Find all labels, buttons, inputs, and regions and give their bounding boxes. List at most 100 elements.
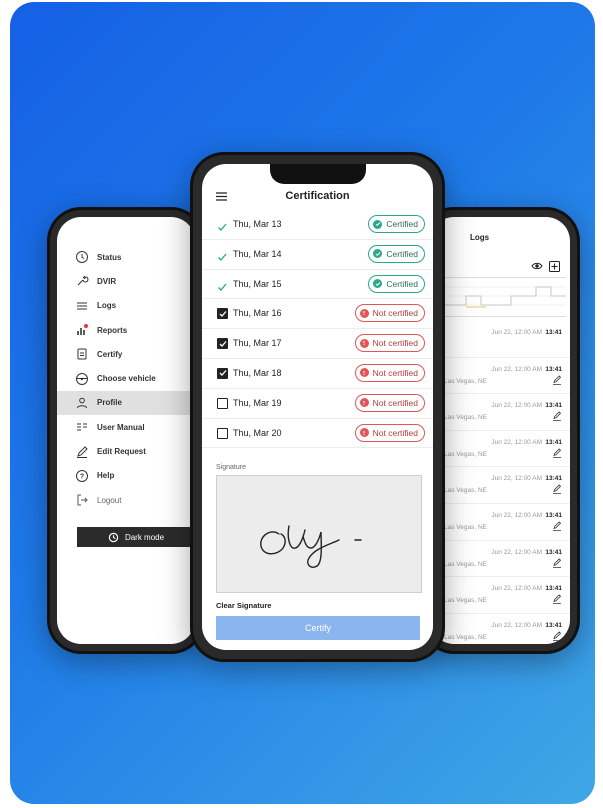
dark-mode-label: Dark mode <box>124 532 165 542</box>
status-text: Not certified <box>372 308 418 319</box>
log-row[interactable]: Jun 22, 12:00 AM 13:41 Las Vegas, NE <box>430 614 570 644</box>
logout-icon <box>75 493 89 507</box>
checkbox[interactable] <box>217 397 229 410</box>
day-row[interactable]: Thu, Mar 19 Not certified <box>202 389 433 419</box>
alert-circle-icon <box>359 338 369 348</box>
status-badge: Not certified <box>354 363 425 382</box>
menu-item-label: DVIR <box>97 276 117 286</box>
day-row[interactable]: Thu, Mar 16 Not certified <box>202 299 433 330</box>
signature-pad[interactable] <box>216 475 422 593</box>
logs-screen: Logs Jun 22, 12:00 AM 13:41 Jun 22, 12:00 … <box>430 217 570 644</box>
log-row[interactable]: Jun 22, 12:00 AM 13:41 Las Vegas, NE <box>430 394 570 431</box>
menu-item-label: Logs <box>97 301 117 311</box>
bar-chart-icon <box>75 323 89 337</box>
status-badge: Not certified <box>354 393 425 412</box>
dark-mode-button[interactable]: Dark mode <box>77 527 195 547</box>
user-icon <box>75 396 89 410</box>
edit-pencil-icon[interactable] <box>552 448 562 460</box>
menu-item-choose-vehicle[interactable]: Choose vehicle <box>57 366 195 390</box>
day-label: Thu, Mar 16 <box>233 308 282 319</box>
log-location: Las Vegas, NE <box>444 597 487 605</box>
status-badge: Certified <box>368 215 425 233</box>
log-row[interactable]: Jun 22, 12:00 AM 13:41 Las Vegas, NE <box>430 358 570 395</box>
certify-button[interactable]: Certify <box>216 616 420 640</box>
menu-item-logs[interactable]: Logs <box>57 294 195 318</box>
checkbox[interactable] <box>217 338 229 350</box>
menu-item-edit-request[interactable]: Edit Request <box>57 439 195 463</box>
log-location: Las Vegas, NE <box>444 414 487 422</box>
edit-pencil-icon[interactable] <box>552 484 562 496</box>
menu-item-status[interactable]: Status <box>57 245 195 269</box>
left-phone: Status DVIR Logs Reports Certify Choose vehic… <box>47 207 205 654</box>
status-badge: Certified <box>368 274 425 293</box>
log-row[interactable]: Jun 22, 12:00 AM 13:41 Las Vegas, NE <box>430 541 570 578</box>
edit-pencil-icon[interactable] <box>552 521 562 533</box>
log-date: Jun 22, 12:00 AM <box>491 475 542 483</box>
add-icon[interactable] <box>549 261 560 272</box>
edit-pencil-icon[interactable] <box>552 631 562 643</box>
log-row[interactable]: Jun 22, 12:00 AM 13:41 Las Vegas, NE <box>430 467 570 504</box>
menu-item-help[interactable]: ? Help <box>57 464 195 488</box>
alert-circle-icon <box>359 368 369 378</box>
menu-item-user-manual[interactable]: User Manual <box>57 415 195 439</box>
check-circle-icon <box>373 279 383 289</box>
edit-pencil-icon[interactable] <box>552 557 562 570</box>
day-row[interactable]: Thu, Mar 17 Not certified <box>202 329 433 359</box>
status-badge: Not certified <box>354 304 425 323</box>
checkbox[interactable] <box>217 427 229 440</box>
menu-item-reports[interactable]: Reports <box>57 318 195 342</box>
day-label: Thu, Mar 19 <box>233 397 282 408</box>
edit-pencil-icon[interactable] <box>552 594 562 606</box>
log-row[interactable]: Jun 22, 12:00 AM 13:41 <box>430 321 570 358</box>
day-row[interactable]: Thu, Mar 20 Not certified <box>202 419 433 449</box>
lines-icon <box>75 299 89 313</box>
menu-item-label: Help <box>97 471 115 481</box>
moon-clock-icon <box>108 532 119 542</box>
checkmark-icon <box>217 249 229 261</box>
edit-pencil-icon[interactable] <box>552 375 562 387</box>
log-row[interactable]: Jun 22, 12:00 AM 13:41 Las Vegas, NE <box>430 577 570 614</box>
side-menu: Status DVIR Logs Reports Certify Choose vehic… <box>57 245 195 512</box>
manual-icon <box>75 420 89 434</box>
pencil-icon <box>75 445 89 459</box>
day-row[interactable]: Thu, Mar 13 Certified <box>202 210 433 240</box>
checkbox[interactable] <box>217 367 229 380</box>
menu-item-dvir[interactable]: DVIR <box>57 269 195 293</box>
log-location: Las Vegas, NE <box>444 523 487 531</box>
log-date: Jun 22, 12:00 AM <box>491 511 542 519</box>
alert-circle-icon <box>359 428 369 438</box>
menu-item-certify[interactable]: Certify <box>57 342 195 366</box>
edit-pencil-icon[interactable] <box>552 411 562 423</box>
status-text: Certified <box>386 248 418 259</box>
log-time: 13:41 <box>545 548 562 556</box>
status-text: Certified <box>386 219 418 229</box>
log-time: 13:41 <box>545 585 562 593</box>
day-label: Thu, Mar 14 <box>233 248 282 259</box>
check-circle-icon <box>373 219 383 229</box>
svg-text:?: ? <box>80 473 84 480</box>
day-row[interactable]: Thu, Mar 18 Not certified <box>202 359 433 389</box>
status-text: Not certified <box>372 367 418 378</box>
menu-item-label: Status <box>97 252 122 262</box>
status-text: Not certified <box>372 427 418 438</box>
log-row[interactable]: Jun 22, 12:00 AM 13:41 Las Vegas, NE <box>430 431 570 468</box>
menu-screen: Status DVIR Logs Reports Certify Choose vehic… <box>57 217 195 644</box>
log-list: Jun 22, 12:00 AM 13:41 Jun 22, 12:00 AM 13:… <box>430 321 570 644</box>
menu-item-profile[interactable]: Profile <box>57 390 195 416</box>
clear-signature-link[interactable]: Clear Signature <box>216 601 271 610</box>
log-date: Jun 22, 12:00 AM <box>491 329 542 336</box>
log-row[interactable]: Jun 22, 12:00 AM 13:41 Las Vegas, NE <box>430 504 570 541</box>
log-time: 13:41 <box>545 475 562 483</box>
menu-item-label: Choose vehicle <box>97 374 156 384</box>
logs-title: Logs <box>470 233 490 242</box>
menu-item-logout[interactable]: Logout <box>57 488 195 512</box>
checkbox[interactable] <box>217 308 229 320</box>
log-date: Jun 22, 12:00 AM <box>491 365 542 373</box>
status-text: Certified <box>386 278 418 289</box>
menu-item-label: Edit Request <box>97 447 146 457</box>
day-row[interactable]: Thu, Mar 14 Certified <box>202 240 433 270</box>
log-location: Las Vegas, NE <box>444 450 487 458</box>
document-icon <box>75 347 89 361</box>
day-row[interactable]: Thu, Mar 15 Certified <box>202 270 433 300</box>
eye-icon[interactable] <box>531 261 543 271</box>
